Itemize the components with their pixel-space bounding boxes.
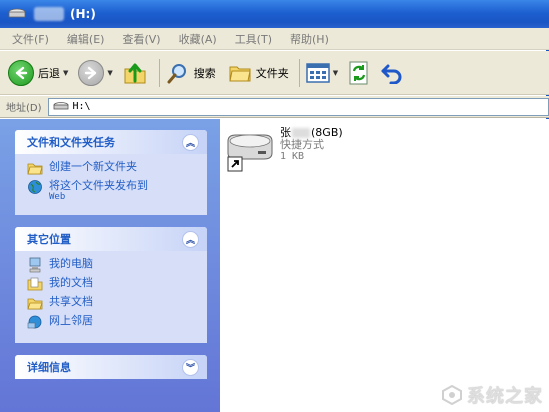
toolbar-separator	[158, 58, 160, 87]
task-pane: 文件和文件夹任务 ︽ 创建一个新文件夹 将这个文件夹发布到 Web 其它位置 ︽…	[0, 119, 220, 412]
address-value: H:\	[72, 101, 91, 112]
chevron-down-icon[interactable]: ︾	[182, 358, 199, 376]
watermark-logo-icon	[442, 384, 462, 406]
my-documents-icon	[27, 277, 43, 291]
chevron-up-icon[interactable]: ︽	[182, 230, 199, 248]
forward-button[interactable]: ▼	[78, 57, 113, 89]
places-panel-title: 其它位置	[27, 233, 71, 246]
drive-icon	[53, 101, 68, 109]
file-size: 1 KB	[280, 151, 305, 162]
task-new-folder-label: 创建一个新文件夹	[49, 160, 137, 173]
views-icon	[306, 62, 330, 83]
window-title: (H:)	[70, 7, 96, 21]
tasks-panel-title: 文件和文件夹任务	[27, 136, 115, 149]
menu-favorites[interactable]: 收藏(A)	[179, 31, 217, 47]
place-network-label: 网上邻居	[49, 314, 93, 327]
sync-icon	[349, 61, 368, 84]
details-panel: 详细信息 ︾	[15, 355, 207, 379]
shared-documents-icon	[27, 298, 43, 310]
places-panel: 其它位置 ︽ 我的电脑 我的文档 共享文档 网上邻居	[15, 227, 207, 343]
folders-button[interactable]: 文件夹	[228, 57, 289, 89]
new-folder-icon	[27, 163, 43, 175]
back-dropdown-icon[interactable]: ▼	[63, 69, 68, 77]
task-publish-web-sub: Web	[49, 192, 66, 202]
tasks-panel-header[interactable]: 文件和文件夹任务 ︽	[15, 130, 207, 154]
file-name-redacted	[292, 128, 310, 138]
back-arrow-icon	[8, 59, 34, 86]
address-input[interactable]: H:\	[47, 97, 549, 116]
publish-web-icon	[28, 180, 42, 194]
search-label: 搜索	[193, 66, 216, 80]
tasks-panel: 文件和文件夹任务 ︽ 创建一个新文件夹 将这个文件夹发布到 Web	[15, 130, 207, 215]
task-publish-web[interactable]: 将这个文件夹发布到 Web	[27, 179, 197, 202]
menu-bar: 文件(F) 编辑(E) 查看(V) 收藏(A) 工具(T) 帮助(H)	[0, 28, 549, 50]
drive-shortcut-icon	[224, 127, 274, 173]
place-my-computer[interactable]: 我的电脑	[27, 257, 197, 273]
sync-button[interactable]	[348, 57, 370, 89]
up-button[interactable]	[121, 57, 149, 89]
my-computer-icon	[29, 257, 41, 273]
search-icon	[167, 63, 186, 83]
list-item[interactable]: 张 (8GB) 快捷方式 1 KB	[224, 127, 343, 173]
details-panel-header[interactable]: 详细信息 ︾	[15, 355, 207, 379]
undo-button[interactable]	[380, 57, 404, 89]
task-publish-web-label: 将这个文件夹发布到	[49, 179, 148, 192]
back-button[interactable]: 后退 ▼	[8, 57, 68, 89]
title-redacted	[34, 7, 64, 21]
place-shared-documents-label: 共享文档	[49, 295, 93, 308]
folders-icon	[229, 66, 251, 81]
network-places-icon	[27, 315, 42, 329]
chevron-up-icon[interactable]: ︽	[182, 133, 199, 151]
place-my-computer-label: 我的电脑	[49, 257, 93, 270]
forward-dropdown-icon[interactable]: ▼	[107, 69, 112, 77]
address-bar: 地址(D) H:\	[0, 96, 549, 118]
place-shared-documents[interactable]: 共享文档	[27, 295, 197, 311]
folder-up-icon	[124, 63, 146, 83]
toolbar-separator	[298, 58, 300, 87]
back-label: 后退	[38, 66, 60, 80]
watermark-text: 系统之家	[467, 386, 543, 407]
address-label: 地址(D)	[6, 103, 42, 114]
menu-tools[interactable]: 工具(T)	[235, 31, 272, 47]
menu-view[interactable]: 查看(V)	[122, 31, 160, 47]
menu-help[interactable]: 帮助(H)	[290, 31, 329, 47]
forward-arrow-icon	[78, 59, 105, 86]
drive-icon	[8, 8, 26, 18]
toolbar: 后退 ▼ ▼ 搜索 文件夹 ▼	[0, 51, 549, 95]
place-my-documents[interactable]: 我的文档	[27, 276, 197, 292]
place-my-documents-label: 我的文档	[49, 276, 93, 289]
title-bar[interactable]: (H:)	[0, 0, 549, 28]
search-button[interactable]: 搜索	[166, 57, 216, 89]
views-dropdown-icon[interactable]: ▼	[333, 69, 338, 77]
place-network[interactable]: 网上邻居	[27, 314, 197, 330]
menu-file[interactable]: 文件(F)	[12, 31, 49, 47]
file-type: 快捷方式	[280, 138, 324, 151]
details-panel-title: 详细信息	[27, 361, 71, 374]
folders-label: 文件夹	[255, 66, 289, 80]
menu-edit[interactable]: 编辑(E)	[67, 31, 105, 47]
watermark: 系统之家	[441, 382, 543, 408]
task-new-folder[interactable]: 创建一个新文件夹	[27, 160, 197, 176]
places-panel-header[interactable]: 其它位置 ︽	[15, 227, 207, 251]
views-button[interactable]: ▼	[306, 57, 338, 89]
file-list[interactable]: 张 (8GB) 快捷方式 1 KB 系统之家	[220, 119, 549, 412]
undo-icon	[381, 64, 402, 84]
